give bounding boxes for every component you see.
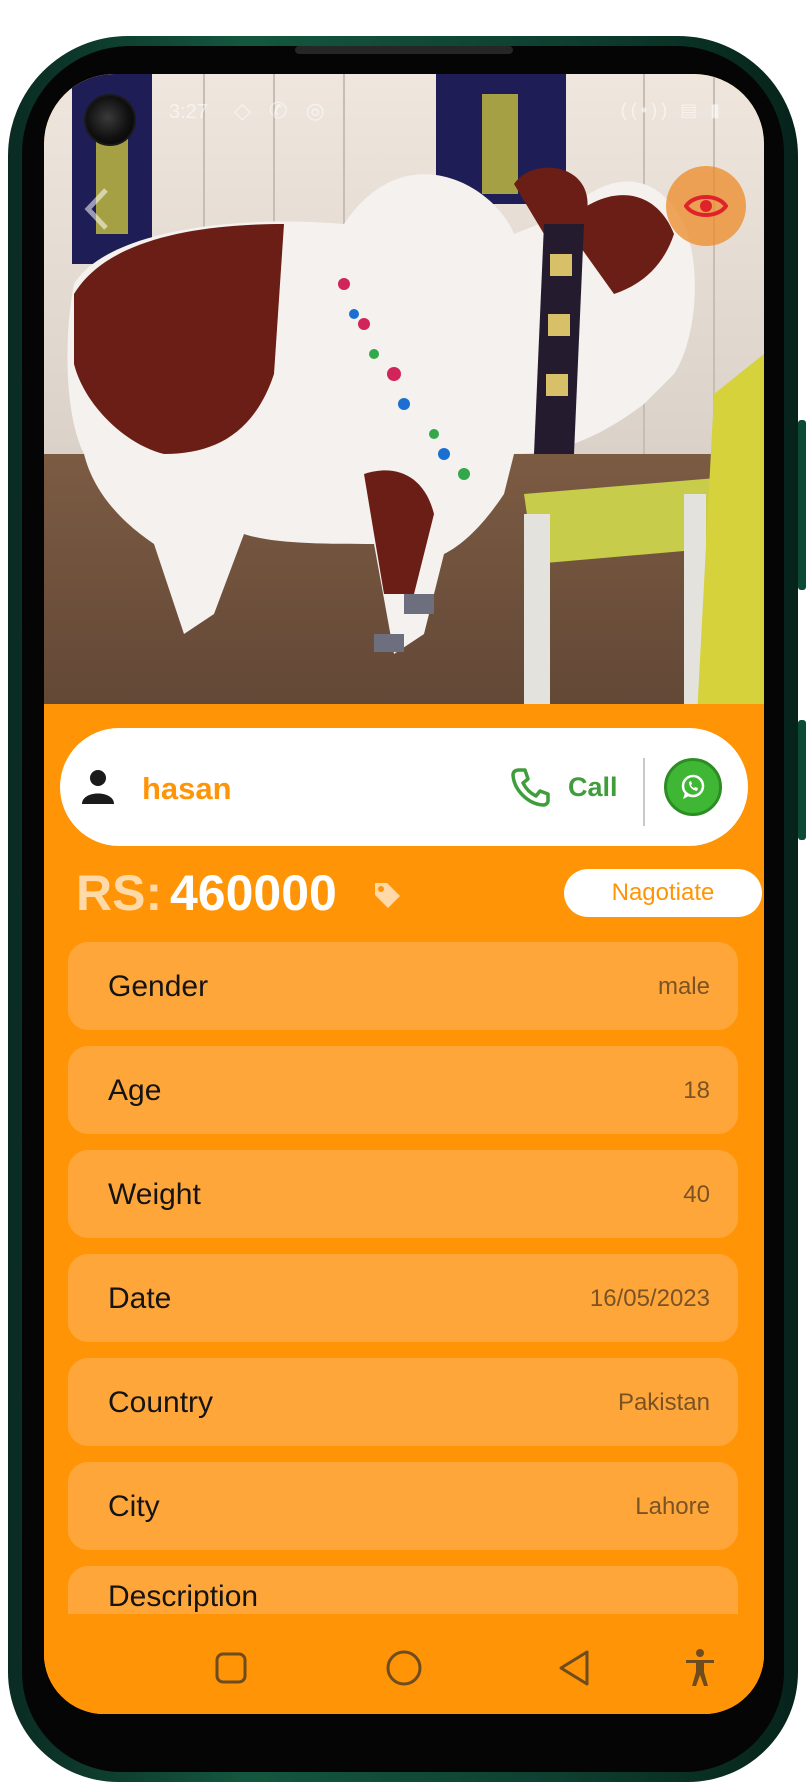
detail-row-weight: Weight 40 [68,1150,738,1238]
price-prefix: RS: [76,865,163,921]
triangle-back-icon [559,1650,589,1686]
tag-icon [375,883,400,908]
detail-label: Weight [108,1178,201,1211]
accessibility-icon [686,1649,714,1686]
detail-row-city: City Lahore [68,1462,738,1550]
side-power-key [798,720,806,840]
call-label: Call [568,771,618,802]
call-button[interactable]: Call [510,764,618,810]
detail-row-description: Description [68,1566,738,1614]
app-screen: 3:27 ◇ ✆ ◎ ((•)) ▤ ▮ hasan Call RS: 4600… [44,74,764,1714]
detail-value: 40 [683,1181,710,1208]
seller-name: hasan [142,771,232,806]
view-count-button[interactable] [666,166,746,246]
price-row: RS: 460000 Nagotiate [76,858,762,921]
side-volume-key [798,420,806,590]
status-right-icons: ((•)) ▤ ▮ [620,100,724,120]
animal-photo [44,74,764,774]
circle-icon [386,1650,422,1686]
detail-value: Pakistan [617,1389,710,1416]
detail-label: Description [108,1580,259,1613]
detail-row-country: Country Pakistan [68,1358,738,1446]
nav-home-button[interactable] [382,1646,426,1690]
status-time: 3:27 [169,101,208,123]
detail-value: Lahore [635,1493,710,1520]
detail-value: 16/05/2023 [589,1285,710,1312]
detail-label: Country [108,1386,214,1419]
back-arrow-icon[interactable] [80,184,114,234]
front-camera [84,94,136,146]
detail-row-gender: Gender male [68,942,738,1030]
earpiece-speaker [295,46,513,54]
detail-value: 18 [683,1077,710,1104]
phone-icon [511,768,550,807]
user-icon [82,770,114,804]
eye-icon [684,195,728,217]
detail-row-age: Age 18 [68,1046,738,1134]
status-left-icons: ◇ ✆ ◎ [234,98,331,123]
nav-accessibility-button[interactable] [678,1646,722,1690]
status-bar: 3:27 ◇ ✆ ◎ ((•)) ▤ ▮ [44,94,764,134]
price-value: 460000 [170,865,337,921]
detail-label: Date [108,1282,172,1315]
whatsapp-icon [681,774,705,799]
details-sheet: hasan Call RS: 460000 Nagotiate Gender m… [44,710,764,1714]
system-nav-bar [44,1624,764,1714]
detail-row-date: Date 16/05/2023 [68,1254,738,1342]
nav-back-button[interactable] [552,1646,596,1690]
detail-value: male [657,973,710,1000]
detail-label: Age [108,1074,162,1107]
negotiate-badge[interactable]: Nagotiate [564,869,762,917]
detail-label: City [108,1490,160,1523]
square-icon [215,1652,247,1684]
whatsapp-button[interactable] [664,758,722,816]
seller-card: hasan Call [60,728,748,846]
detail-label: Gender [108,970,209,1003]
nav-recents-button[interactable] [209,1646,253,1690]
card-divider [643,758,645,826]
